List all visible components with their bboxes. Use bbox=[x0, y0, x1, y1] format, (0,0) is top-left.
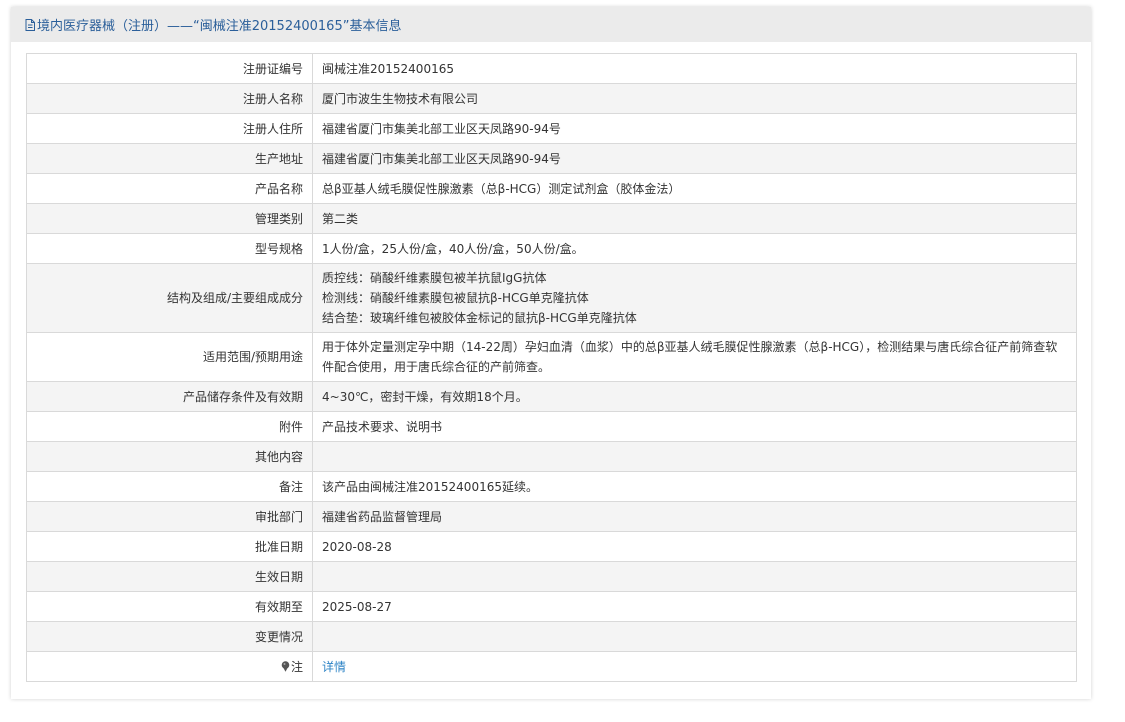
field-label: 审批部门 bbox=[26, 501, 313, 532]
field-value-line: 福建省厦门市集美北部工业区天凤路90-94号 bbox=[322, 121, 561, 136]
field-label: 注册证编号 bbox=[26, 53, 313, 84]
detail-link[interactable]: 详情 bbox=[322, 660, 346, 674]
note-label: 注 bbox=[290, 659, 303, 674]
table-row: 产品名称 总β亚基人绒毛膜促性腺激素（总β-HCG）测定试剂盒（胶体金法） bbox=[26, 173, 1077, 204]
field-value: 用于体外定量测定孕中期（14-22周）孕妇血清（血浆）中的总β亚基人绒毛膜促性腺… bbox=[312, 332, 1077, 382]
table-row: 适用范围/预期用途 用于体外定量测定孕中期（14-22周）孕妇血清（血浆）中的总β… bbox=[26, 332, 1077, 382]
field-value: 该产品由闽械注准20152400165延续。 bbox=[312, 471, 1077, 502]
table-row: 其他内容 bbox=[26, 441, 1077, 472]
field-value: 厦门市波生生物技术有限公司 bbox=[312, 83, 1077, 114]
field-value: 总β亚基人绒毛膜促性腺激素（总β-HCG）测定试剂盒（胶体金法） bbox=[312, 173, 1077, 204]
info-panel: 境内医疗器械（注册）——“闽械注准20152400165”基本信息 注册证编号闽… bbox=[11, 7, 1091, 699]
field-value: 闽械注准20152400165 bbox=[312, 53, 1077, 84]
field-value-line: 厦门市波生生物技术有限公司 bbox=[322, 91, 479, 106]
table-row: 注册人名称 厦门市波生生物技术有限公司 bbox=[26, 83, 1077, 114]
field-value bbox=[312, 561, 1077, 592]
field-value-line: 结合垫：玻璃纤维包被胶体金标记的鼠抗β-HCG单克隆抗体 bbox=[322, 311, 637, 325]
field-label: 注 bbox=[26, 651, 313, 682]
field-value: 第二类 bbox=[312, 203, 1077, 234]
field-label: 其他内容 bbox=[26, 441, 313, 472]
field-label: 有效期至 bbox=[26, 591, 313, 622]
field-value-line: 1人份/盒，25人份/盒，40人份/盒，50人份/盒。 bbox=[322, 241, 584, 256]
field-value bbox=[312, 621, 1077, 652]
field-value-line: 总β亚基人绒毛膜促性腺激素（总β-HCG）测定试剂盒（胶体金法） bbox=[322, 181, 681, 196]
field-value: 详情 bbox=[312, 651, 1077, 682]
field-label: 备注 bbox=[26, 471, 313, 502]
document-icon bbox=[25, 18, 35, 31]
page-title: 境内医疗器械（注册）——“闽械注准20152400165”基本信息 bbox=[37, 19, 402, 34]
field-label: 产品名称 bbox=[26, 173, 313, 204]
field-value-line: 产品技术要求、说明书 bbox=[322, 419, 443, 434]
field-value bbox=[312, 441, 1077, 472]
field-value-line: 福建省药品监督管理局 bbox=[322, 509, 443, 524]
field-label: 管理类别 bbox=[26, 203, 313, 234]
table-row: 附件 产品技术要求、说明书 bbox=[26, 411, 1077, 442]
table-row: 有效期至 2025-08-27 bbox=[26, 591, 1077, 622]
field-value-line: 闽械注准20152400165 bbox=[322, 61, 454, 76]
table-row: 产品储存条件及有效期 4~30℃，密封干燥，有效期18个月。 bbox=[26, 381, 1077, 412]
table-row: 批准日期 2020-08-28 bbox=[26, 531, 1077, 562]
field-value: 1人份/盒，25人份/盒，40人份/盒，50人份/盒。 bbox=[312, 233, 1077, 264]
field-value: 质控线：硝酸纤维素膜包被羊抗鼠IgG抗体检测线：硝酸纤维素膜包被鼠抗β-HCG单… bbox=[312, 263, 1077, 333]
field-value: 产品技术要求、说明书 bbox=[312, 411, 1077, 442]
field-label: 附件 bbox=[26, 411, 313, 442]
field-label: 型号规格 bbox=[26, 233, 313, 264]
field-label: 批准日期 bbox=[26, 531, 313, 562]
field-value-line: 第二类 bbox=[322, 211, 359, 226]
table-row-note: 注 详情 bbox=[26, 651, 1077, 682]
field-value: 2020-08-28 bbox=[312, 531, 1077, 562]
field-label: 生产地址 bbox=[26, 143, 313, 174]
table-row: 生产地址 福建省厦门市集美北部工业区天凤路90-94号 bbox=[26, 143, 1077, 174]
field-value: 2025-08-27 bbox=[312, 591, 1077, 622]
field-label: 注册人名称 bbox=[26, 83, 313, 114]
table-row: 结构及组成/主要组成成分 质控线：硝酸纤维素膜包被羊抗鼠IgG抗体检测线：硝酸纤维… bbox=[26, 263, 1077, 333]
registration-info-table: 注册证编号 闽械注准20152400165 注册人名称 厦门市波生生物技术有限公司 注册… bbox=[26, 53, 1077, 682]
field-value-line: 福建省厦门市集美北部工业区天凤路90-94号 bbox=[322, 151, 561, 166]
table-row: 审批部门 福建省药品监督管理局 bbox=[26, 501, 1077, 532]
panel-header: 境内医疗器械（注册）——“闽械注准20152400165”基本信息 bbox=[11, 7, 1091, 42]
table-row: 注册人住所 福建省厦门市集美北部工业区天凤路90-94号 bbox=[26, 113, 1077, 144]
pin-icon bbox=[281, 660, 290, 672]
field-label: 生效日期 bbox=[26, 561, 313, 592]
table-row: 变更情况 bbox=[26, 621, 1077, 652]
field-label: 适用范围/预期用途 bbox=[26, 332, 313, 382]
field-label: 变更情况 bbox=[26, 621, 313, 652]
field-value-line: 2020-08-28 bbox=[322, 539, 392, 554]
table-row: 备注 该产品由闽械注准20152400165延续。 bbox=[26, 471, 1077, 502]
field-label: 结构及组成/主要组成成分 bbox=[26, 263, 313, 333]
table-row: 生效日期 bbox=[26, 561, 1077, 592]
table-row: 型号规格 1人份/盒，25人份/盒，40人份/盒，50人份/盒。 bbox=[26, 233, 1077, 264]
field-value: 福建省厦门市集美北部工业区天凤路90-94号 bbox=[312, 113, 1077, 144]
table-row: 注册证编号 闽械注准20152400165 bbox=[26, 53, 1077, 84]
field-value: 福建省药品监督管理局 bbox=[312, 501, 1077, 532]
field-value: 福建省厦门市集美北部工业区天凤路90-94号 bbox=[312, 143, 1077, 174]
field-value-line: 检测线：硝酸纤维素膜包被鼠抗β-HCG单克隆抗体 bbox=[322, 291, 589, 305]
field-value-line: 该产品由闽械注准20152400165延续。 bbox=[322, 479, 538, 494]
field-value-line: 用于体外定量测定孕中期（14-22周）孕妇血清（血浆）中的总β亚基人绒毛膜促性腺… bbox=[322, 340, 1058, 374]
table-row: 管理类别 第二类 bbox=[26, 203, 1077, 234]
field-label: 产品储存条件及有效期 bbox=[26, 381, 313, 412]
field-value-line: 质控线：硝酸纤维素膜包被羊抗鼠IgG抗体 bbox=[322, 271, 547, 285]
field-value: 4~30℃，密封干燥，有效期18个月。 bbox=[312, 381, 1077, 412]
field-label: 注册人住所 bbox=[26, 113, 313, 144]
field-value-line: 2025-08-27 bbox=[322, 599, 392, 614]
field-value-line: 4~30℃，密封干燥，有效期18个月。 bbox=[322, 389, 528, 404]
